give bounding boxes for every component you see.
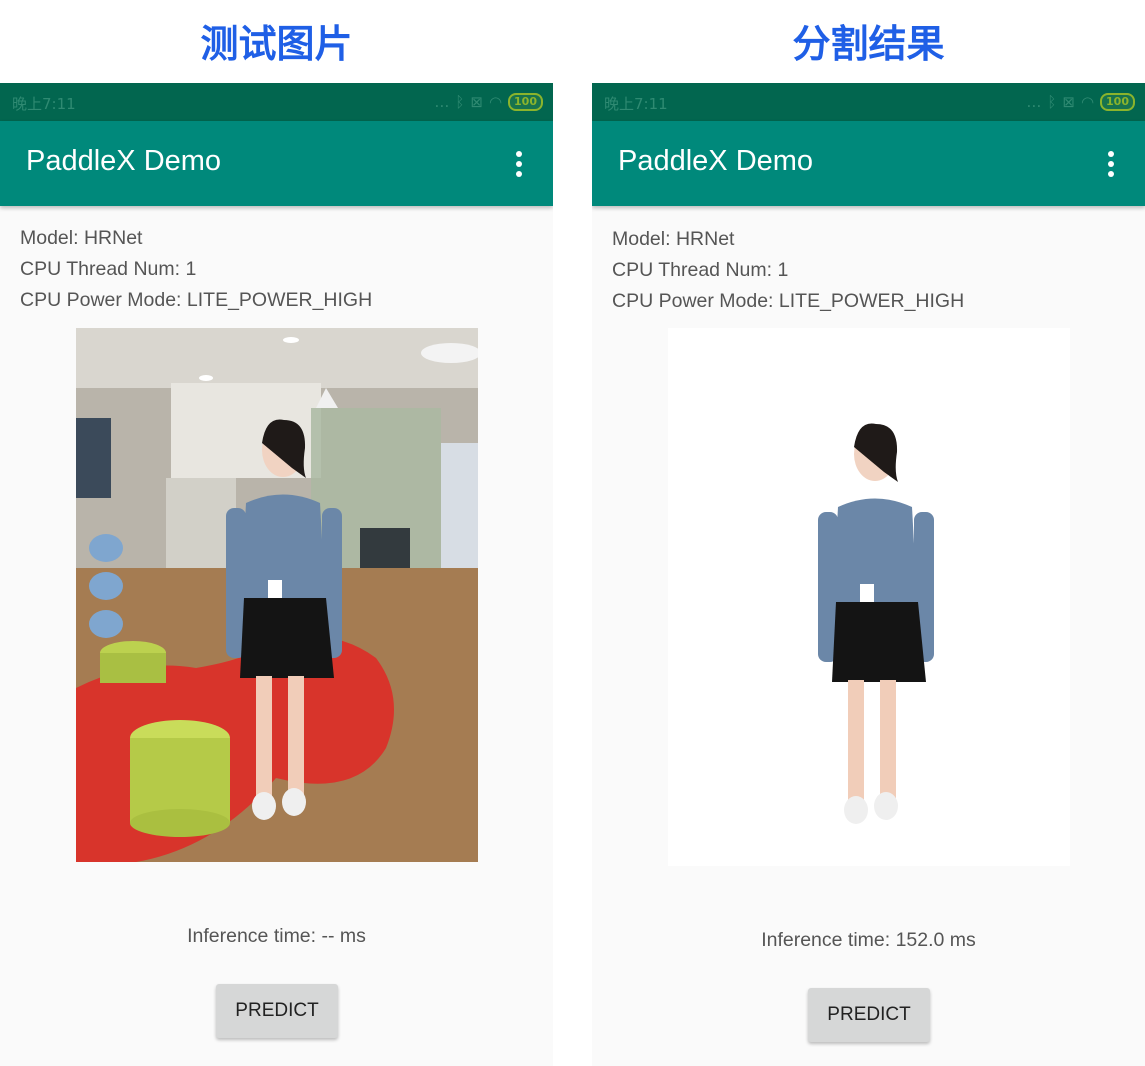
overflow-menu-icon[interactable]: [1095, 149, 1125, 179]
cpu-power-mode: CPU Power Mode: LITE_POWER_HIGH: [20, 289, 373, 311]
app-bar: PaddleX Demo: [592, 121, 1145, 206]
wifi-icon: ◠: [488, 93, 503, 111]
battery-icon: 100: [508, 93, 543, 111]
test-photo: [76, 328, 478, 862]
app-bar: PaddleX Demo: [0, 121, 553, 206]
status-bar: 晚上7:11 … ᛒ ⊠ ◠ 100: [592, 83, 1145, 121]
status-time: 晚上7:11: [604, 95, 668, 113]
app-title: PaddleX Demo: [26, 145, 222, 177]
more-dots-icon: …: [434, 93, 450, 111]
segmentation-result-caption: 分割结果: [792, 22, 945, 66]
status-icons: … ᛒ ⊠ ◠ 100: [434, 93, 543, 111]
sim-icon: ⊠: [1062, 93, 1075, 111]
wifi-icon: ◠: [1080, 93, 1095, 111]
model-name: Model: HRNet: [20, 227, 143, 249]
phone-screen-test: 晚上7:11 … ᛒ ⊠ ◠ 100 PaddleX Demo Model: H…: [0, 83, 553, 1066]
test-image-caption: 测试图片: [200, 22, 353, 66]
inference-time: Inference time: 152.0 ms: [761, 929, 976, 951]
cpu-power-mode: CPU Power Mode: LITE_POWER_HIGH: [612, 290, 965, 312]
phone-screen-result: 晚上7:11 … ᛒ ⊠ ◠ 100 PaddleX Demo Model: H…: [592, 83, 1145, 1066]
segmentation-result-image: [668, 328, 1070, 866]
status-bar: 晚上7:11 … ᛒ ⊠ ◠ 100: [0, 83, 553, 121]
sim-icon: ⊠: [470, 93, 483, 111]
battery-icon: 100: [1100, 93, 1135, 111]
predict-button[interactable]: PREDICT: [216, 984, 338, 1038]
bluetooth-icon: ᛒ: [455, 93, 465, 111]
bluetooth-icon: ᛒ: [1047, 93, 1057, 111]
predict-button[interactable]: PREDICT: [808, 988, 930, 1042]
cpu-thread-num: CPU Thread Num: 1: [612, 259, 789, 281]
overflow-menu-icon[interactable]: [503, 149, 533, 179]
model-info: Model: HRNet CPU Thread Num: 1 CPU Power…: [612, 224, 964, 317]
more-dots-icon: …: [1026, 93, 1042, 111]
app-title: PaddleX Demo: [618, 145, 814, 177]
status-icons: … ᛒ ⊠ ◠ 100: [1026, 93, 1135, 111]
model-info: Model: HRNet CPU Thread Num: 1 CPU Power…: [20, 223, 372, 316]
cpu-thread-num: CPU Thread Num: 1: [20, 258, 197, 280]
status-time: 晚上7:11: [12, 95, 76, 113]
inference-time: Inference time: -- ms: [187, 925, 366, 947]
model-name: Model: HRNet: [612, 228, 735, 250]
